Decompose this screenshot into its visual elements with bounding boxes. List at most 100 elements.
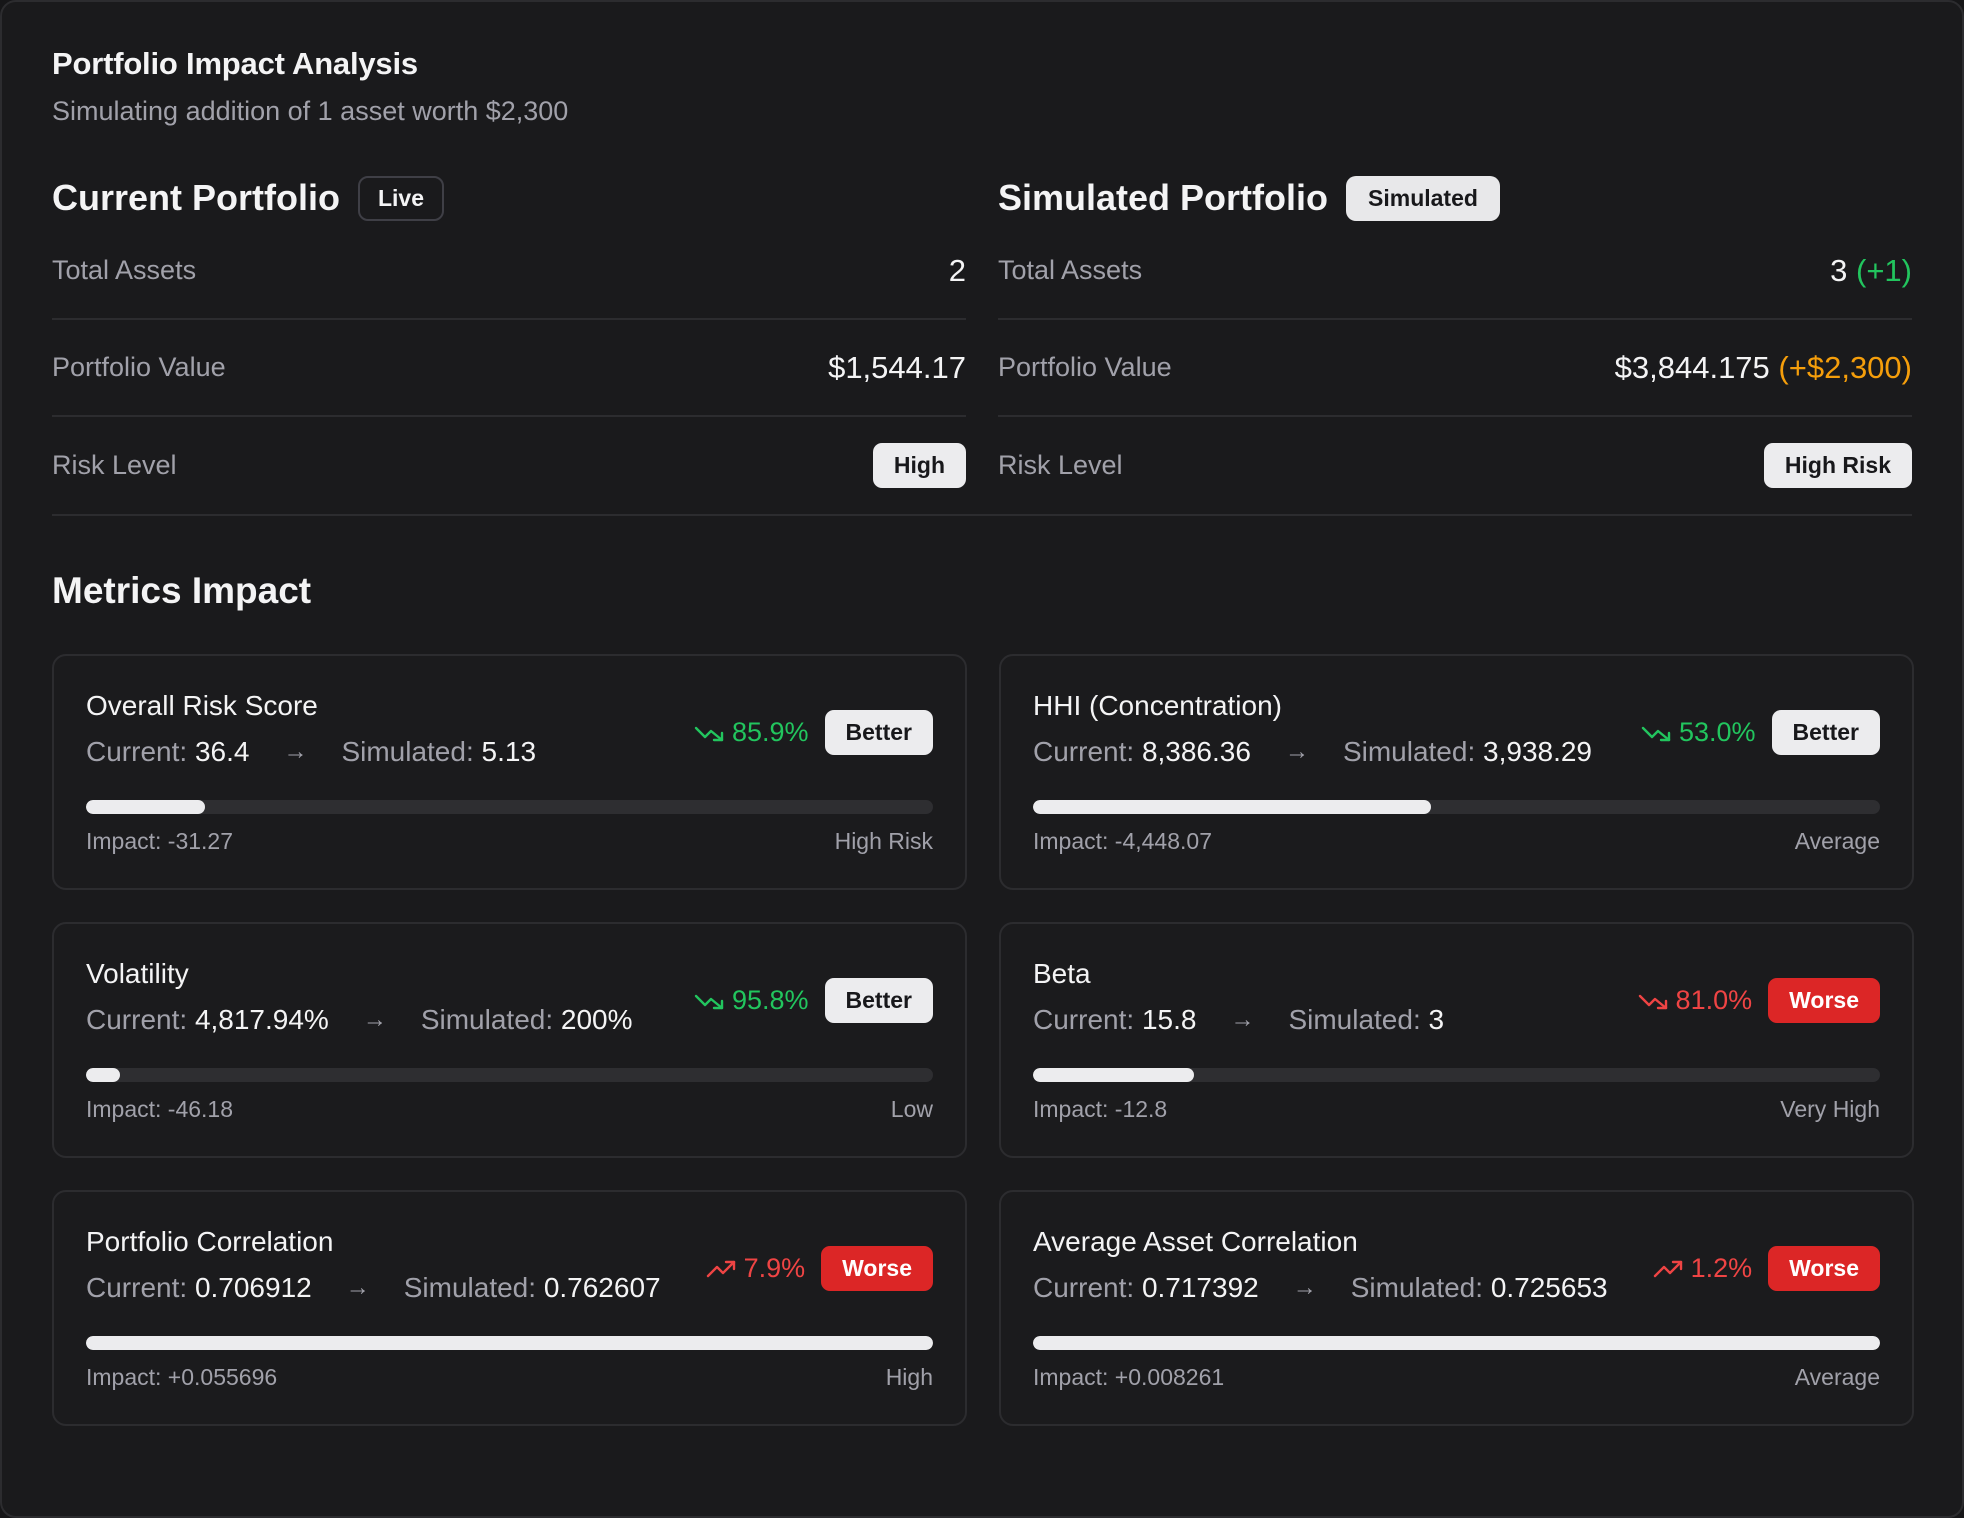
impact-value: Impact: -12.8 — [1033, 1096, 1168, 1122]
portfolio-value: $3,844.175 — [1614, 349, 1770, 385]
status-badge: Better — [824, 710, 933, 755]
impact-value: Impact: -4,448.07 — [1033, 828, 1212, 854]
impact-progress-bar — [1033, 1068, 1880, 1082]
total-assets-value: 2 — [948, 252, 966, 288]
metric-card-average-asset-correlation: Average Asset Correlation Current: 0.717… — [999, 1190, 1914, 1426]
section-divider — [52, 514, 1912, 516]
risk-level-badge: High — [872, 443, 966, 488]
simulated-badge: Simulated — [1346, 175, 1500, 221]
metric-card-volatility: Volatility Current: 4,817.94% → Simulate… — [52, 922, 967, 1158]
current-prefix: Current: — [1033, 1004, 1135, 1035]
impact-value: Impact: -31.27 — [86, 828, 234, 854]
arrow-right-icon: → — [1230, 1006, 1255, 1033]
status-badge: Worse — [1768, 978, 1880, 1023]
change-percent: 1.2% — [1653, 1253, 1753, 1284]
current-value: 8,386.36 — [1141, 736, 1251, 767]
impact-progress-fill — [1033, 800, 1432, 814]
metric-card-hhi-concentration: HHI (Concentration) Current: 8,386.36 → … — [999, 654, 1914, 890]
risk-level-label: Risk Level — [52, 450, 177, 480]
arrow-right-icon: → — [362, 1006, 387, 1033]
impact-progress-bar — [86, 800, 933, 814]
arrow-right-icon: → — [283, 738, 308, 765]
arrow-right-icon: → — [345, 1274, 370, 1301]
simulated-prefix: Simulated: — [341, 736, 474, 767]
change-percent-value: 53.0% — [1678, 717, 1756, 747]
simulated-risk-level-row: Risk Level High Risk — [998, 417, 1912, 514]
impact-level: Average — [1794, 1364, 1880, 1390]
current-portfolio-title: Current Portfolio — [52, 177, 340, 218]
total-assets-label: Total Assets — [52, 255, 197, 285]
simulated-prefix: Simulated: — [1342, 736, 1476, 767]
impact-progress-fill — [86, 800, 205, 814]
trending-up-icon — [1653, 1258, 1683, 1280]
simulated-portfolio-value-row: Portfolio Value $3,844.175 (+$2,300) — [998, 320, 1912, 417]
impact-progress-fill — [1033, 1336, 1880, 1350]
change-percent: 95.8% — [694, 985, 809, 1016]
metric-card-portfolio-correlation: Portfolio Correlation Current: 0.706912 … — [52, 1190, 967, 1426]
impact-progress-bar — [1033, 1336, 1880, 1350]
arrow-right-icon: → — [1292, 1274, 1317, 1301]
current-prefix: Current: — [86, 1272, 188, 1303]
current-prefix: Current: — [86, 736, 188, 767]
trending-down-icon — [1641, 722, 1671, 744]
impact-progress-bar — [86, 1336, 933, 1350]
status-badge: Worse — [821, 1246, 933, 1291]
simulated-prefix: Simulated: — [1288, 1004, 1421, 1035]
change-percent: 85.9% — [694, 717, 809, 748]
impact-value: Impact: +0.008261 — [1033, 1364, 1225, 1390]
impact-level: High — [885, 1364, 933, 1390]
current-risk-level-row: Risk Level High — [52, 417, 966, 514]
simulated-prefix: Simulated: — [403, 1272, 537, 1303]
arrow-right-icon: → — [1284, 738, 1309, 765]
metric-card-overall-risk-score: Overall Risk Score Current: 36.4 → Simul… — [52, 654, 967, 890]
simulated-value: 0.762607 — [543, 1272, 661, 1303]
status-badge: Better — [1771, 710, 1880, 755]
impact-level: High Risk — [834, 828, 933, 854]
current-value: 0.706912 — [194, 1272, 312, 1303]
status-badge: Worse — [1768, 1246, 1880, 1291]
impact-level: Low — [890, 1096, 933, 1122]
impact-level: Very High — [1780, 1096, 1880, 1122]
impact-progress-bar — [1033, 800, 1880, 814]
simulated-value: 3,938.29 — [1483, 736, 1593, 767]
total-assets-value: 3 — [1830, 252, 1848, 288]
change-percent-value: 7.9% — [743, 1253, 806, 1283]
simulated-value: 0.725653 — [1490, 1272, 1608, 1303]
portfolio-impact-panel: Portfolio Impact Analysis Simulating add… — [0, 0, 1964, 1518]
trending-down-icon — [694, 722, 724, 744]
page-title: Portfolio Impact Analysis — [52, 46, 418, 81]
simulated-total-assets-row: Total Assets 3 (+1) — [998, 223, 1912, 320]
current-portfolio-value-row: Portfolio Value $1,544.17 — [52, 320, 966, 417]
current-value: 0.717392 — [1141, 1272, 1259, 1303]
portfolio-value-delta: (+$2,300) — [1778, 349, 1912, 385]
trending-up-icon — [706, 1258, 736, 1280]
change-percent-value: 1.2% — [1690, 1253, 1753, 1283]
impact-progress-bar — [86, 1068, 933, 1082]
current-prefix: Current: — [1033, 1272, 1135, 1303]
total-assets-label: Total Assets — [998, 255, 1143, 285]
total-assets-delta: (+1) — [1856, 252, 1912, 288]
metrics-grid: Overall Risk Score Current: 36.4 → Simul… — [52, 654, 1914, 1426]
simulated-value: 3 — [1428, 1004, 1445, 1035]
metric-card-beta: Beta Current: 15.8 → Simulated: 3 81.0% … — [999, 922, 1914, 1158]
risk-level-badge: High Risk — [1763, 443, 1912, 488]
current-total-assets-row: Total Assets 2 — [52, 223, 966, 320]
portfolio-value-label: Portfolio Value — [998, 352, 1172, 382]
portfolio-comparison: Current Portfolio Live Total Assets 2 Po… — [52, 173, 1912, 514]
status-badge: Better — [824, 978, 933, 1023]
impact-progress-fill — [86, 1336, 933, 1350]
simulated-portfolio: Simulated Portfolio Simulated Total Asse… — [998, 173, 1912, 514]
change-percent: 7.9% — [706, 1253, 806, 1284]
trending-down-icon — [1638, 990, 1668, 1012]
simulated-prefix: Simulated: — [420, 1004, 554, 1035]
impact-level: Average — [1794, 828, 1880, 854]
risk-level-label: Risk Level — [998, 450, 1123, 480]
simulated-value: 200% — [560, 1004, 633, 1035]
live-badge: Live — [357, 175, 445, 221]
impact-value: Impact: +0.055696 — [86, 1364, 278, 1390]
change-percent: 53.0% — [1641, 717, 1756, 748]
current-prefix: Current: — [1033, 736, 1135, 767]
portfolio-value-label: Portfolio Value — [52, 352, 226, 382]
impact-progress-fill — [86, 1068, 120, 1082]
page-subtitle: Simulating addition of 1 asset worth $2,… — [52, 96, 569, 126]
